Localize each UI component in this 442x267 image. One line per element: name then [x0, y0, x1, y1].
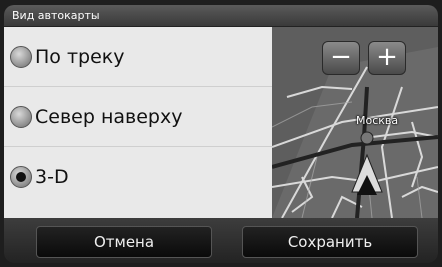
zoom-out-button[interactable]: − [322, 41, 360, 75]
option-north-up[interactable]: Север наверху [4, 87, 272, 147]
option-label: Север наверху [35, 105, 183, 128]
page-title: Вид автокарты [12, 9, 100, 22]
device-screen: Вид автокарты По треку Север наверху 3-D [4, 5, 438, 263]
option-track-up[interactable]: По треку [4, 27, 272, 87]
bottom-bar: Отмена Сохранить [4, 218, 438, 263]
cancel-button[interactable]: Отмена [36, 226, 212, 258]
option-3d[interactable]: 3-D [4, 147, 272, 207]
option-label: По треку [35, 45, 125, 68]
title-bar: Вид автокарты [4, 5, 438, 27]
option-label: 3-D [35, 166, 69, 188]
map-preview: − + Москва [272, 27, 438, 218]
radio-button-selected[interactable] [10, 166, 32, 188]
save-button[interactable]: Сохранить [242, 226, 418, 258]
radio-button[interactable] [10, 105, 32, 128]
map-city-label: Москва [356, 114, 399, 127]
zoom-in-button[interactable]: + [368, 41, 406, 75]
map-view-options: По треку Север наверху 3-D [4, 27, 272, 218]
radio-button[interactable] [10, 45, 32, 68]
